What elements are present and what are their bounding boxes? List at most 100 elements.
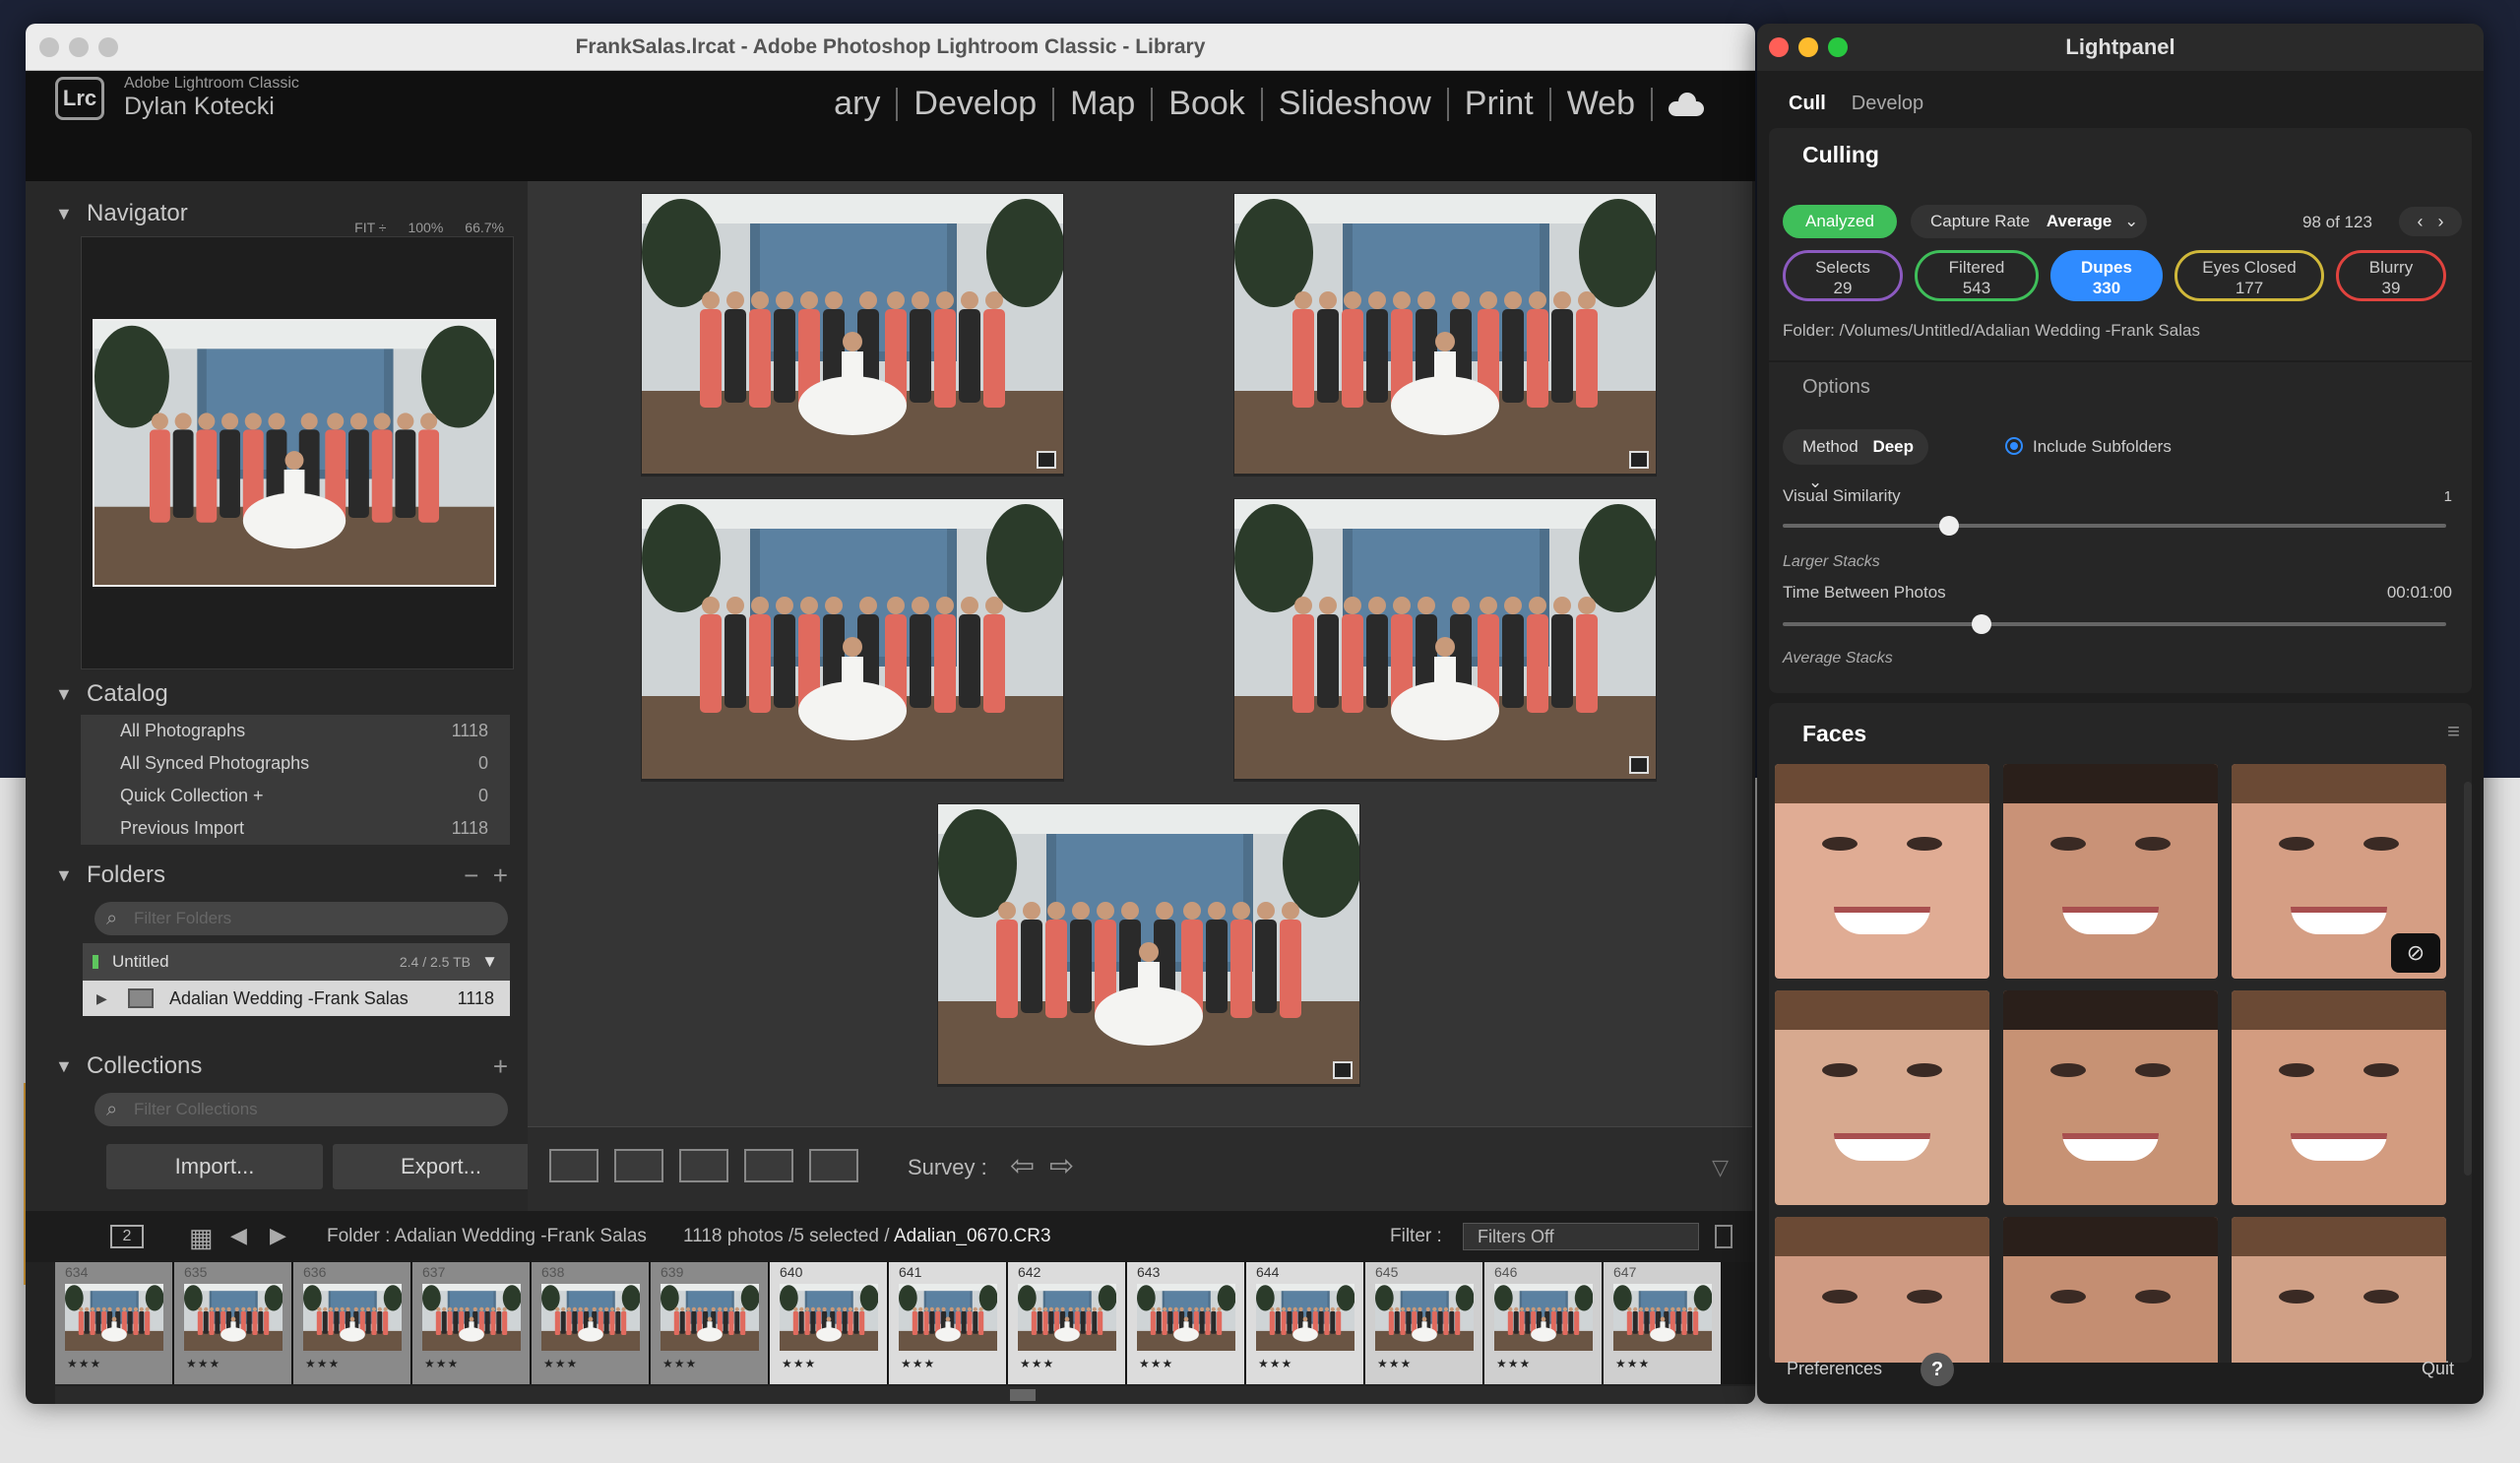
- star-rating[interactable]: ★★★: [782, 1357, 816, 1370]
- visual-similarity-slider[interactable]: [1783, 516, 2446, 536]
- catalog-item[interactable]: All Synced Photographs 0: [81, 747, 510, 780]
- export-button[interactable]: Export...: [333, 1144, 549, 1189]
- filmstrip-frame[interactable]: 646 ★★★: [1484, 1262, 1603, 1384]
- frame-thumbnail[interactable]: [422, 1284, 522, 1351]
- star-rating[interactable]: ★★★: [1139, 1357, 1173, 1370]
- frame-thumbnail[interactable]: [303, 1284, 403, 1351]
- time-between-slider[interactable]: [1783, 614, 2446, 634]
- back-arrow-icon[interactable]: ◀: [230, 1223, 247, 1248]
- next-arrow-icon[interactable]: ⇨: [1049, 1149, 1074, 1183]
- preferences-button[interactable]: Preferences: [1787, 1359, 1882, 1379]
- face-thumbnail[interactable]: [2232, 990, 2446, 1205]
- catalog-item[interactable]: Quick Collection + 0: [81, 780, 510, 812]
- import-button[interactable]: Import...: [106, 1144, 323, 1189]
- faces-scrollbar[interactable]: [2464, 782, 2472, 1176]
- face-thumbnail[interactable]: [2003, 990, 2218, 1205]
- photo-thumbnail[interactable]: [1234, 194, 1658, 474]
- catalog-item[interactable]: Previous Import 1118: [81, 812, 510, 845]
- radio-include-subfolders[interactable]: [2005, 437, 2023, 455]
- drive-menu-icon[interactable]: ▼: [481, 943, 498, 981]
- frame-thumbnail[interactable]: [1137, 1284, 1236, 1351]
- collections-header[interactable]: ▼ Collections +: [26, 1046, 528, 1087]
- filmstrip-frame[interactable]: 645 ★★★: [1365, 1262, 1483, 1384]
- frame-thumbnail[interactable]: [541, 1284, 641, 1351]
- collections-filter-input[interactable]: Filter Collections: [94, 1093, 508, 1126]
- frame-thumbnail[interactable]: [661, 1284, 760, 1351]
- chevron-right-icon[interactable]: ›: [2438, 212, 2444, 231]
- blurry-pill[interactable]: Blurry 39: [2336, 250, 2446, 301]
- frame-thumbnail[interactable]: [1494, 1284, 1594, 1351]
- filmstrip-frame[interactable]: 639 ★★★: [651, 1262, 769, 1384]
- folders-filter-input[interactable]: Filter Folders: [94, 902, 508, 935]
- filmstrip-frame[interactable]: 634 ★★★: [55, 1262, 173, 1384]
- selects-pill[interactable]: Selects 29: [1783, 250, 1903, 301]
- scrollbar-thumb[interactable]: [1010, 1389, 1036, 1401]
- filmstrip-frame[interactable]: 638 ★★★: [532, 1262, 650, 1384]
- drive-row[interactable]: Untitled 2.4 / 2.5 TB ▼: [83, 943, 510, 981]
- star-rating[interactable]: ★★★: [67, 1357, 101, 1370]
- loupe-view-icon[interactable]: [614, 1149, 663, 1182]
- people-view-icon[interactable]: [809, 1149, 858, 1182]
- filtered-pill[interactable]: Filtered 543: [1915, 250, 2039, 301]
- star-rating[interactable]: ★★★: [662, 1357, 697, 1370]
- star-rating[interactable]: ★★★: [424, 1357, 459, 1370]
- minimize-icon[interactable]: [1798, 37, 1818, 57]
- navigator-thumbnail[interactable]: [93, 319, 496, 587]
- filter-select[interactable]: Filters Off: [1463, 1223, 1699, 1250]
- triangle-right-icon[interactable]: ▶: [96, 981, 107, 1016]
- filmstrip-frame[interactable]: 642 ★★★: [1008, 1262, 1126, 1384]
- module-slideshow[interactable]: Slideshow: [1263, 85, 1447, 123]
- navigator-header[interactable]: ▼ Navigator FIT ÷ 100% 66.7%: [26, 193, 528, 235]
- frame-thumbnail[interactable]: [184, 1284, 284, 1351]
- frame-thumbnail[interactable]: [1375, 1284, 1475, 1351]
- chevron-left-icon[interactable]: ‹: [2417, 212, 2423, 231]
- filmstrip-frame[interactable]: 643 ★★★: [1127, 1262, 1245, 1384]
- close-icon[interactable]: [1769, 37, 1789, 57]
- face-thumbnail[interactable]: [1775, 990, 1989, 1205]
- collections-add-icon[interactable]: +: [493, 1046, 508, 1087]
- filmstrip-source[interactable]: Folder : Adalian Wedding -Frank Salas: [327, 1226, 647, 1247]
- star-rating[interactable]: ★★★: [901, 1357, 935, 1370]
- folder-row[interactable]: ▶ Adalian Wedding -Frank Salas 1118: [83, 981, 510, 1016]
- folders-header[interactable]: ▼ Folders − +: [26, 855, 528, 896]
- star-rating[interactable]: ★★★: [1615, 1357, 1650, 1370]
- grid-cell[interactable]: [641, 193, 1065, 477]
- star-rating[interactable]: ★★★: [1020, 1357, 1054, 1370]
- compare-view-icon[interactable]: [679, 1149, 728, 1182]
- folders-add-remove-icon[interactable]: − +: [464, 855, 508, 896]
- zoom-icon[interactable]: [1828, 37, 1848, 57]
- star-rating[interactable]: ★★★: [1258, 1357, 1292, 1370]
- star-rating[interactable]: ★★★: [186, 1357, 220, 1370]
- module-develop[interactable]: Develop: [898, 85, 1052, 123]
- quit-button[interactable]: Quit: [2422, 1359, 2454, 1379]
- previous-arrow-icon[interactable]: ⇦: [1010, 1149, 1035, 1183]
- slider-knob[interactable]: [1938, 516, 1959, 536]
- forward-arrow-icon[interactable]: ▶: [270, 1223, 286, 1248]
- filmstrip-frame[interactable]: 644 ★★★: [1246, 1262, 1364, 1384]
- photo-thumbnail[interactable]: [642, 194, 1065, 474]
- module-web[interactable]: Web: [1551, 85, 1651, 123]
- dupes-pill[interactable]: Dupes 330: [2050, 250, 2163, 301]
- toolbar-menu-icon[interactable]: ▽: [1712, 1155, 1729, 1180]
- capture-rate-select[interactable]: Capture Rate Average ⌄: [1911, 205, 2147, 238]
- filmstrip-frame[interactable]: 641 ★★★: [889, 1262, 1007, 1384]
- cloud-icon[interactable]: [1667, 92, 1706, 116]
- slider-knob[interactable]: [1972, 614, 1992, 634]
- frame-thumbnail[interactable]: [899, 1284, 998, 1351]
- filmstrip-scrollbar[interactable]: [55, 1386, 1755, 1404]
- filter-lock-icon[interactable]: [1715, 1225, 1732, 1248]
- filmstrip-frame[interactable]: 637 ★★★: [412, 1262, 531, 1384]
- eye-slash-icon[interactable]: ⊘: [2391, 933, 2440, 973]
- module-map[interactable]: Map: [1054, 85, 1151, 123]
- help-button[interactable]: ?: [1921, 1353, 1954, 1386]
- method-select[interactable]: Method Deep ⌄: [1783, 429, 1928, 491]
- face-thumbnail[interactable]: [1775, 1217, 1989, 1363]
- photo-thumbnail[interactable]: [642, 499, 1065, 779]
- catalog-header[interactable]: ▼ Catalog: [26, 673, 528, 715]
- face-thumbnail[interactable]: ⊘: [2232, 764, 2446, 979]
- grid-icon[interactable]: ▦: [189, 1223, 214, 1253]
- survey-view-icon[interactable]: [744, 1149, 793, 1182]
- eyes-closed-pill[interactable]: Eyes Closed 177: [2174, 250, 2324, 301]
- star-rating[interactable]: ★★★: [1496, 1357, 1531, 1370]
- filmstrip-filename[interactable]: Adalian_0670.CR3: [894, 1226, 1051, 1247]
